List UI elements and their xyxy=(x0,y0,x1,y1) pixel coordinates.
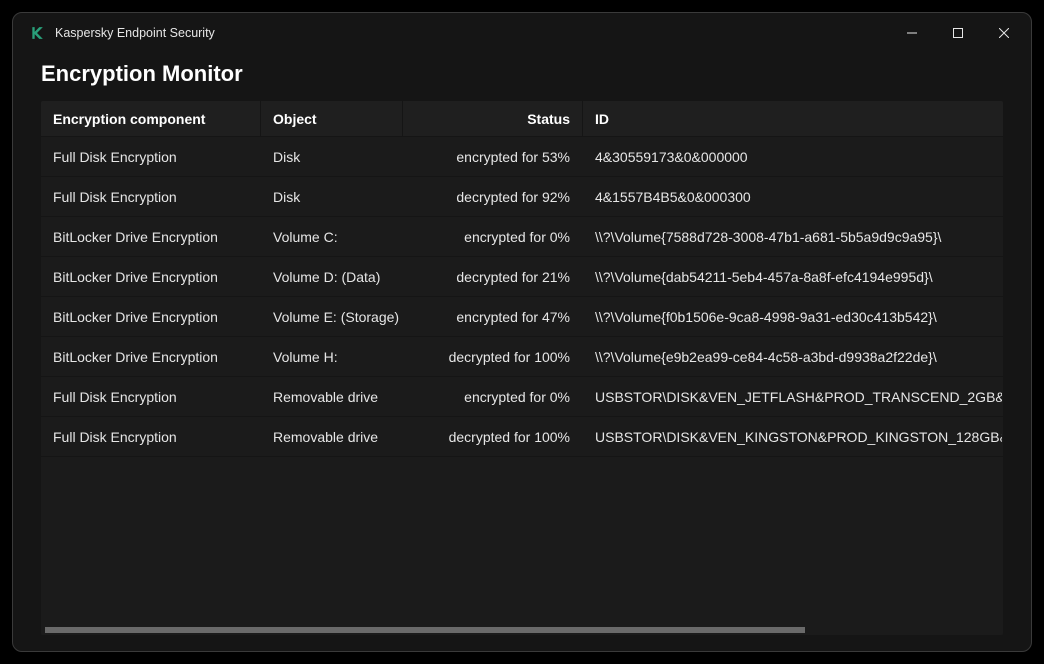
app-window: Kaspersky Endpoint Security Encryption M… xyxy=(12,12,1032,652)
close-icon xyxy=(999,28,1009,38)
cell-component: BitLocker Drive Encryption xyxy=(41,217,261,256)
cell-status: encrypted for 53% xyxy=(403,137,583,176)
cell-id: \\?\Volume{f0b1506e-9ca8-4998-9a31-ed30c… xyxy=(583,297,1003,336)
table-row[interactable]: Full Disk Encryption Removable drive enc… xyxy=(41,377,1003,417)
horizontal-scrollbar[interactable] xyxy=(41,625,1003,635)
table-header: Encryption component Object Status ID xyxy=(41,101,1003,137)
cell-object: Volume E: (Storage) xyxy=(261,297,403,336)
table-body: Full Disk Encryption Disk encrypted for … xyxy=(41,137,1003,625)
cell-status: encrypted for 0% xyxy=(403,377,583,416)
table-row[interactable]: BitLocker Drive Encryption Volume D: (Da… xyxy=(41,257,1003,297)
cell-component: Full Disk Encryption xyxy=(41,417,261,456)
page-title: Encryption Monitor xyxy=(41,61,1003,87)
cell-object: Disk xyxy=(261,177,403,216)
app-title: Kaspersky Endpoint Security xyxy=(55,26,215,40)
close-button[interactable] xyxy=(981,17,1027,49)
cell-id: 4&1557B4B5&0&000300 xyxy=(583,177,1003,216)
column-header-component[interactable]: Encryption component xyxy=(41,101,261,137)
cell-component: Full Disk Encryption xyxy=(41,177,261,216)
cell-status: decrypted for 100% xyxy=(403,417,583,456)
cell-status: decrypted for 100% xyxy=(403,337,583,376)
table-row[interactable]: BitLocker Drive Encryption Volume H: dec… xyxy=(41,337,1003,377)
cell-id: USBSTOR\DISK&VEN_KINGSTON&PROD_KINGSTON_… xyxy=(583,417,1003,456)
horizontal-scrollbar-thumb[interactable] xyxy=(45,627,805,633)
cell-object: Volume C: xyxy=(261,217,403,256)
minimize-icon xyxy=(907,28,917,38)
cell-component: BitLocker Drive Encryption xyxy=(41,297,261,336)
cell-id: USBSTOR\DISK&VEN_JETFLASH&PROD_TRANSCEND… xyxy=(583,377,1003,416)
cell-id: \\?\Volume{7588d728-3008-47b1-a681-5b5a9… xyxy=(583,217,1003,256)
encryption-table: Encryption component Object Status ID Fu… xyxy=(41,101,1003,635)
column-header-status[interactable]: Status xyxy=(403,101,583,137)
cell-status: decrypted for 92% xyxy=(403,177,583,216)
table-row[interactable]: Full Disk Encryption Removable drive dec… xyxy=(41,417,1003,457)
titlebar: Kaspersky Endpoint Security xyxy=(13,13,1031,53)
cell-object: Disk xyxy=(261,137,403,176)
table-row[interactable]: Full Disk Encryption Disk encrypted for … xyxy=(41,137,1003,177)
maximize-icon xyxy=(953,28,963,38)
cell-component: BitLocker Drive Encryption xyxy=(41,337,261,376)
cell-status: encrypted for 47% xyxy=(403,297,583,336)
maximize-button[interactable] xyxy=(935,17,981,49)
table-row[interactable]: BitLocker Drive Encryption Volume E: (St… xyxy=(41,297,1003,337)
cell-object: Volume H: xyxy=(261,337,403,376)
cell-id: \\?\Volume{e9b2ea99-ce84-4c58-a3bd-d9938… xyxy=(583,337,1003,376)
content-area: Encryption Monitor Encryption component … xyxy=(13,53,1031,651)
cell-component: BitLocker Drive Encryption xyxy=(41,257,261,296)
kaspersky-logo-icon xyxy=(29,25,45,41)
cell-object: Removable drive xyxy=(261,377,403,416)
cell-component: Full Disk Encryption xyxy=(41,137,261,176)
cell-object: Removable drive xyxy=(261,417,403,456)
cell-status: encrypted for 0% xyxy=(403,217,583,256)
table-row[interactable]: Full Disk Encryption Disk decrypted for … xyxy=(41,177,1003,217)
cell-object: Volume D: (Data) xyxy=(261,257,403,296)
cell-status: decrypted for 21% xyxy=(403,257,583,296)
column-header-id[interactable]: ID xyxy=(583,101,1003,137)
column-header-object[interactable]: Object xyxy=(261,101,403,137)
cell-id: 4&30559173&0&000000 xyxy=(583,137,1003,176)
cell-component: Full Disk Encryption xyxy=(41,377,261,416)
table-row[interactable]: BitLocker Drive Encryption Volume C: enc… xyxy=(41,217,1003,257)
cell-id: \\?\Volume{dab54211-5eb4-457a-8a8f-efc41… xyxy=(583,257,1003,296)
minimize-button[interactable] xyxy=(889,17,935,49)
